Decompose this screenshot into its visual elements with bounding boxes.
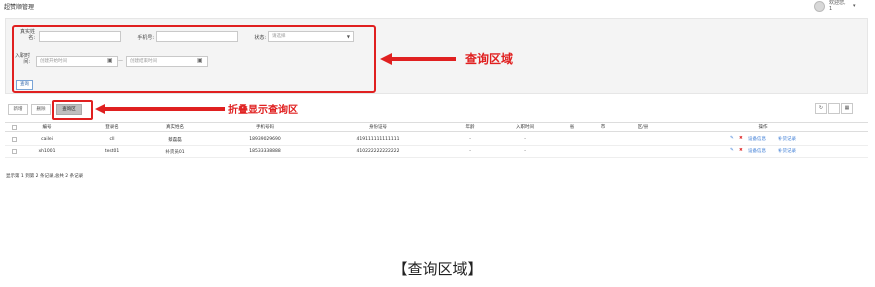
row-checkbox[interactable] [12, 149, 17, 154]
edit-icon[interactable]: ✎ [730, 136, 734, 141]
column-header[interactable]: 入职时间 [516, 124, 534, 130]
column-header[interactable]: 身份证号 [369, 124, 387, 130]
column-header[interactable]: 手机号码 [256, 124, 274, 130]
row-checkbox[interactable] [12, 137, 17, 142]
delete-button[interactable]: 删除 [31, 104, 51, 115]
columns-icon[interactable]: ▦ [841, 103, 853, 114]
edit-icon[interactable]: ✎ [730, 148, 734, 153]
delete-icon[interactable]: ✖ [739, 148, 743, 153]
cell-entry-time: - [524, 137, 526, 142]
user-avatar[interactable] [814, 1, 825, 12]
column-header[interactable]: 市 [601, 124, 606, 130]
device-info-link[interactable]: 设备信息 [748, 148, 766, 154]
delete-icon[interactable]: ✖ [739, 136, 743, 141]
select-all-checkbox[interactable] [12, 125, 17, 130]
cell-name: 蔡磊磊 [168, 138, 182, 143]
cell-age: - [469, 149, 471, 154]
user-menu-caret-icon[interactable]: ▾ [853, 3, 856, 9]
top-bar: 超赞顺管理 欢迎您, 1 ▾ [0, 0, 875, 14]
cell-login: test01 [104, 149, 120, 154]
restock-record-link[interactable]: 补货记录 [778, 136, 796, 142]
table-row[interactable]: cailei cll 蔡磊磊 18939029690 4191111111111… [5, 134, 868, 146]
user-name[interactable]: 1 [829, 6, 832, 12]
table-row[interactable]: xh1001 test01 补货员01 18533338888 41022222… [5, 146, 868, 158]
cell-idcard: 419111111111111 [356, 137, 400, 142]
device-info-link[interactable]: 设备信息 [748, 136, 766, 142]
pagination-info: 显示第 1 到第 2 条记录,总共 2 条记录 [6, 174, 84, 179]
cell-phone: 18939029690 [249, 137, 281, 142]
toggle-query-annotation: 折叠显示查询区 [228, 105, 298, 116]
column-header[interactable]: 编号 [43, 124, 52, 130]
add-button[interactable]: 新增 [8, 104, 28, 115]
column-header[interactable]: 年龄 [466, 124, 475, 130]
cell-entry-time: - [524, 149, 526, 154]
column-header[interactable]: 省 [570, 124, 575, 130]
app-window: 超赞顺管理 欢迎您, 1 ▾ 真实姓名: 手机号: 状态: 请选择 ▼ 入职时间… [0, 0, 875, 230]
query-area-annotation: 查询区域 [465, 52, 514, 66]
toggle-view-icon[interactable] [828, 103, 840, 114]
column-header[interactable]: 区/县 [638, 124, 649, 130]
column-header[interactable]: 操作 [759, 124, 768, 130]
column-header[interactable]: 登录名 [105, 124, 119, 130]
cell-id: xh1001 [38, 149, 56, 154]
toggle-query-highlight [52, 100, 93, 120]
column-header[interactable]: 真实姓名 [166, 124, 184, 130]
cell-name: 补货员01 [165, 150, 185, 155]
figure-caption: 【查询区域】 [392, 260, 483, 278]
arrow-left-icon [95, 104, 225, 114]
cell-age: - [469, 137, 471, 142]
refresh-icon[interactable]: ↻ [815, 103, 827, 114]
table-header: 编号 登录名 真实姓名 手机号码 身份证号 年龄 入职时间 省 市 区/县 操作 [5, 122, 868, 132]
query-area-highlight [12, 25, 376, 93]
cell-login: cll [109, 137, 115, 142]
arrow-left-icon [380, 53, 456, 65]
restock-record-link[interactable]: 补货记录 [778, 148, 796, 154]
cell-phone: 18533338888 [249, 149, 281, 154]
cell-idcard: 410222222222222 [356, 149, 400, 154]
app-title: 超赞顺管理 [4, 4, 35, 11]
cell-id: cailei [41, 137, 53, 142]
